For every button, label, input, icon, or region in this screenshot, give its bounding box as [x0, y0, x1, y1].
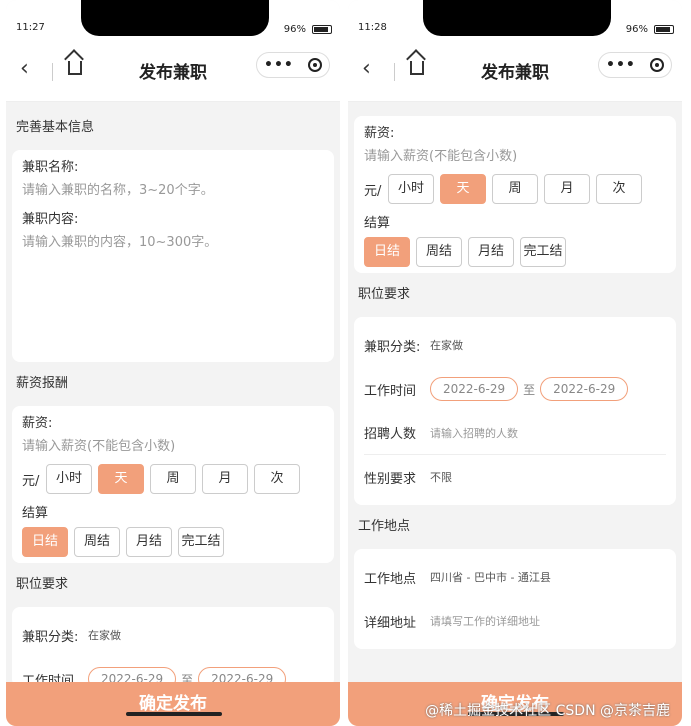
section-title-location: 工作地点 — [358, 519, 411, 534]
battery-status: 96% — [284, 24, 332, 35]
settle-daily[interactable]: 日结 — [364, 237, 410, 267]
place-row[interactable]: 工作地点 四川省 - 巴中市 - 通江县 — [364, 555, 666, 599]
close-miniapp-icon[interactable] — [649, 58, 664, 72]
category-value: 在家做 — [88, 629, 121, 642]
salary-field: 薪资: 请输入薪资(不能包含小数) — [364, 122, 666, 164]
phone-screen-right: 11:28 96% ‹ 发布兼职 ••• 薪资: 请输入薪资(不能包含小数) 元… — [348, 0, 682, 726]
people-label: 招聘人数 — [364, 427, 417, 442]
unit-month[interactable]: 月 — [544, 174, 590, 204]
address-label: 详细地址 — [364, 615, 417, 631]
settle-daily[interactable]: 日结 — [22, 527, 68, 557]
content-label: 兼职内容: — [22, 212, 79, 227]
place-label: 工作地点 — [364, 571, 417, 587]
miniapp-capsule: ••• — [598, 52, 672, 78]
unit-times[interactable]: 次 — [596, 174, 642, 204]
settle-label: 结算 — [22, 506, 49, 521]
nav-bar: ‹ 发布兼职 ••• — [6, 42, 340, 102]
content-field: 兼职内容: 请输入兼职的内容，10~300字。 — [22, 208, 324, 351]
category-row[interactable]: 兼职分类: 在家做 — [22, 613, 324, 657]
location-card: 工作地点 四川省 - 巴中市 - 通江县 详细地址 请填写工作的详细地址 — [354, 549, 676, 649]
salary-label: 薪资: — [22, 416, 53, 431]
settle-monthly[interactable]: 月结 — [126, 527, 172, 557]
unit-prefix: 元/ — [22, 473, 40, 489]
settle-selector: 日结 周结 月结 完工结 — [22, 527, 324, 557]
salary-input[interactable]: 请输入薪资(不能包含小数) — [22, 435, 324, 454]
battery-status: 96% — [626, 24, 674, 35]
date-to-picker[interactable]: 2022-6-29 — [540, 377, 629, 401]
more-icon[interactable]: ••• — [264, 57, 294, 73]
notch — [81, 0, 269, 36]
settle-on-completion[interactable]: 完工结 — [178, 527, 224, 557]
section-title-requirements: 职位要求 — [16, 577, 69, 592]
watermark: @稀土掘金技术社区 CSDN @京茶吉鹿 — [425, 703, 670, 719]
settle-monthly[interactable]: 月结 — [468, 237, 514, 267]
content-input[interactable]: 请输入兼职的内容，10~300字。 — [22, 231, 324, 351]
section-title-basic: 完善基本信息 — [16, 120, 95, 135]
pay-card: 薪资: 请输入薪资(不能包含小数) 元/ 小时 天 周 月 次 结算 日结 周结… — [12, 406, 334, 563]
home-indicator — [126, 712, 222, 716]
gender-label: 性别要求 — [364, 471, 417, 487]
battery-icon — [654, 25, 674, 34]
basic-info-card: 兼职名称: 请输入兼职的名称，3~20个字。 兼职内容: 请输入兼职的内容，10… — [12, 150, 334, 362]
close-miniapp-icon[interactable] — [307, 58, 322, 72]
gender-value: 不限 — [430, 471, 452, 484]
settle-weekly[interactable]: 周结 — [74, 527, 120, 557]
date-from-picker[interactable]: 2022-6-29 — [430, 377, 519, 401]
date-separator: 至 — [523, 382, 536, 397]
place-value: 四川省 - 巴中市 - 通江县 — [430, 571, 551, 584]
address-input[interactable]: 请填写工作的详细地址 — [430, 613, 540, 629]
people-input[interactable]: 请输入招聘的人数 — [430, 425, 518, 441]
unit-week[interactable]: 周 — [492, 174, 538, 204]
unit-week[interactable]: 周 — [150, 464, 196, 494]
section-title-pay: 薪资报酬 — [16, 376, 69, 391]
settle-selector: 日结 周结 月结 完工结 — [364, 237, 666, 267]
unit-selector: 元/ 小时 天 周 月 次 — [364, 174, 666, 204]
category-value: 在家做 — [430, 339, 463, 352]
notch — [423, 0, 611, 36]
battery-percent: 96% — [283, 24, 306, 35]
battery-percent: 96% — [625, 24, 648, 35]
status-time: 11:28 — [358, 22, 387, 33]
requirements-card: 兼职分类: 在家做 工作时间 2022-6-29 至 2022-6-29 招聘人… — [354, 317, 676, 505]
work-time-label: 工作时间 — [364, 383, 417, 399]
unit-selector: 元/ 小时 天 周 月 次 — [22, 464, 324, 494]
submit-button[interactable]: 确定发布 — [6, 682, 340, 726]
category-label: 兼职分类: — [364, 339, 421, 355]
miniapp-capsule: ••• — [256, 52, 330, 78]
status-bar: 11:27 96% — [6, 0, 340, 42]
settle-weekly[interactable]: 周结 — [416, 237, 462, 267]
name-field: 兼职名称: 请输入兼职的名称，3~20个字。 — [22, 156, 324, 198]
unit-prefix: 元/ — [364, 183, 382, 199]
nav-bar: ‹ 发布兼职 ••• — [348, 42, 682, 102]
settle-label: 结算 — [364, 216, 391, 231]
salary-field: 薪资: 请输入薪资(不能包含小数) — [22, 412, 324, 454]
unit-month[interactable]: 月 — [202, 464, 248, 494]
unit-hour[interactable]: 小时 — [46, 464, 92, 494]
status-time: 11:27 — [16, 22, 45, 33]
settle-on-completion[interactable]: 完工结 — [520, 237, 566, 267]
form-content: 薪资: 请输入薪资(不能包含小数) 元/ 小时 天 周 月 次 结算 日结 周结… — [348, 116, 682, 649]
unit-hour[interactable]: 小时 — [388, 174, 434, 204]
phone-screen-left: 11:27 96% ‹ 发布兼职 ••• 完善基本信息 兼职名称: 请输入兼职的… — [6, 0, 340, 726]
more-icon[interactable]: ••• — [606, 57, 636, 73]
requirements-card: 兼职分类: 在家做 工作时间 2022-6-29 至 2022-6-29 — [12, 607, 334, 691]
unit-day[interactable]: 天 — [98, 464, 144, 494]
gender-row[interactable]: 性别要求 不限 — [364, 455, 666, 499]
name-label: 兼职名称: — [22, 160, 79, 175]
status-bar: 11:28 96% — [348, 0, 682, 42]
salary-input[interactable]: 请输入薪资(不能包含小数) — [364, 145, 666, 164]
unit-times[interactable]: 次 — [254, 464, 300, 494]
battery-icon — [312, 25, 332, 34]
pay-card: 薪资: 请输入薪资(不能包含小数) 元/ 小时 天 周 月 次 结算 日结 周结… — [354, 116, 676, 273]
address-row: 详细地址 请填写工作的详细地址 — [364, 599, 666, 643]
people-row: 招聘人数 请输入招聘的人数 — [364, 411, 666, 455]
section-title-requirements: 职位要求 — [358, 287, 411, 302]
work-time-row: 工作时间 2022-6-29 至 2022-6-29 — [364, 367, 666, 411]
unit-day[interactable]: 天 — [440, 174, 486, 204]
salary-label: 薪资: — [364, 126, 395, 141]
category-label: 兼职分类: — [22, 629, 79, 645]
name-input[interactable]: 请输入兼职的名称，3~20个字。 — [22, 179, 324, 198]
category-row[interactable]: 兼职分类: 在家做 — [364, 323, 666, 367]
form-content: 完善基本信息 兼职名称: 请输入兼职的名称，3~20个字。 兼职内容: 请输入兼… — [6, 106, 340, 691]
